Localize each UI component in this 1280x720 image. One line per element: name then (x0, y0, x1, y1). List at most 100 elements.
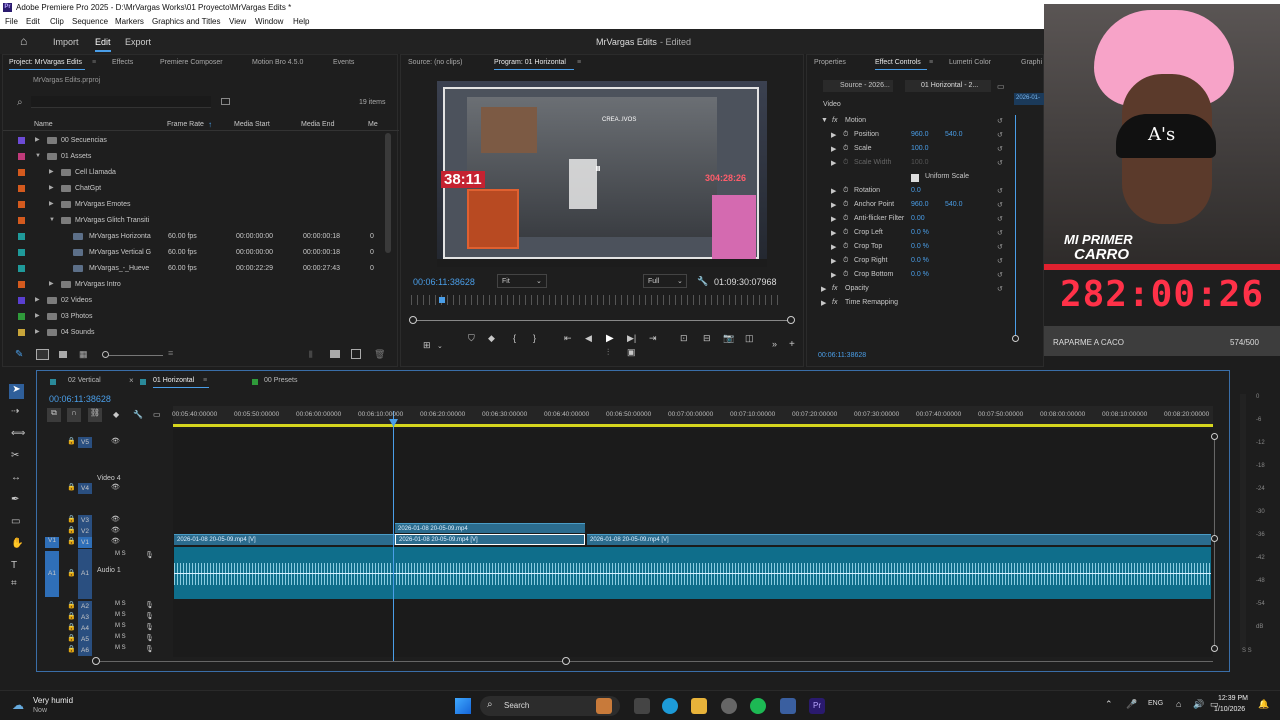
search-highlight-icon[interactable] (596, 698, 612, 714)
stopwatch-icon[interactable]: ⏱ (843, 187, 848, 195)
effect-row[interactable]: ▶ ⏱ Scale Width 100.0 ↺ (807, 159, 1045, 171)
home-icon[interactable]: ⌂ (20, 34, 27, 48)
effect-row[interactable]: ▶ ⏱ Position 960.0 540.0 ↺ (807, 131, 1045, 143)
add-marker-icon[interactable]: ◆ (113, 410, 119, 419)
track-target-label[interactable]: V5 (78, 437, 92, 448)
tab-02-vertical[interactable]: 02 Vertical (68, 377, 101, 384)
effect-row[interactable]: ▶ ⏱ Crop Bottom 0.0 % ↺ (807, 271, 1045, 283)
lock-icon[interactable]: 🔒 (67, 537, 76, 545)
label-color-swatch[interactable] (18, 217, 25, 224)
col-media[interactable]: Me (368, 121, 378, 128)
chevron-right-icon[interactable]: ▶ (831, 159, 836, 167)
zoom-slider-handle[interactable] (102, 351, 109, 358)
reset-icon[interactable]: ↺ (997, 187, 1003, 195)
effect-row[interactable]: ▶ fx Opacity ↺ (807, 285, 1045, 297)
microphone-icon[interactable]: 🎙 (145, 601, 154, 609)
source-clip-selector[interactable]: Source - 2026... (823, 80, 893, 92)
v-scroll-bottom-handle[interactable] (1211, 645, 1218, 652)
lock-icon[interactable]: 🔒 (67, 623, 76, 631)
chevron-right-icon[interactable]: ▶ (49, 197, 54, 212)
effect-controls-timecode[interactable]: 00:06:11:38628 (818, 352, 866, 359)
lock-icon[interactable]: 🔒 (67, 569, 76, 577)
tab-project[interactable]: Project: MrVargas Edits (9, 59, 82, 66)
microphone-icon[interactable]: 🎙 (145, 645, 154, 653)
label-color-swatch[interactable] (18, 185, 25, 192)
list-view-icon[interactable] (36, 349, 49, 360)
timeline-vertical-scroll[interactable] (1214, 437, 1215, 649)
chevron-right-icon[interactable]: ▶ (35, 309, 40, 324)
stopwatch-icon[interactable]: ⏱ (843, 271, 848, 279)
eye-icon[interactable]: 👁 (111, 515, 120, 523)
language-indicator[interactable]: ENG (1148, 700, 1163, 707)
effect-row[interactable]: ▼ fx Motion ↺ (807, 117, 1045, 129)
stopwatch-icon[interactable]: ⏱ (843, 215, 848, 223)
track-target-label[interactable]: A3 (78, 612, 92, 623)
slip-icon[interactable]: ↔ (11, 472, 21, 483)
automate-icon[interactable]: ⫼ (309, 350, 313, 360)
timeline-playhead[interactable] (393, 411, 394, 661)
chevron-right-icon[interactable]: ▶ (35, 325, 40, 337)
chevron-down-icon[interactable]: ⌄ (437, 342, 443, 350)
timeline-horizontal-scroll[interactable] (95, 661, 1213, 662)
chevron-right-icon[interactable]: ▶ (821, 285, 826, 293)
label-color-swatch[interactable] (18, 329, 25, 336)
tab-graphics[interactable]: Graphi (1021, 59, 1042, 66)
mark-out-icon[interactable]: } (533, 333, 536, 343)
fx-badge-icon[interactable]: fx (832, 117, 837, 124)
pen-tool-icon[interactable]: ✒ (11, 494, 19, 505)
premiere-taskbar-icon[interactable]: Pr (809, 698, 825, 714)
audio-track-header[interactable]: 🔒 A4 M S 🎙 (37, 623, 173, 634)
project-row[interactable]: MrVargas Vertical G 60.00 fps 00:00:00:00 0… (3, 245, 383, 260)
snap-icon[interactable]: ∩ (67, 408, 81, 422)
insert-icon[interactable]: ⊡ (680, 333, 688, 344)
effect-value-2[interactable]: 540.0 (945, 131, 963, 138)
go-to-out-icon[interactable]: ⇥ (649, 333, 657, 344)
reset-icon[interactable]: ↺ (997, 271, 1003, 279)
menu-sequence[interactable]: Sequence (72, 17, 108, 26)
fit-dropdown[interactable]: Fit ⌄ (497, 274, 547, 288)
chevron-down-icon[interactable]: ▼ (49, 213, 55, 228)
track-target-label[interactable]: V2 (78, 526, 92, 537)
menu-window[interactable]: Window (255, 17, 283, 26)
more-controls-icon[interactable]: » (772, 339, 777, 349)
lock-icon[interactable]: 🔒 (67, 612, 76, 620)
menu-file[interactable]: File (5, 17, 18, 26)
dock-icon[interactable]: ▭ (997, 82, 1005, 91)
stopwatch-icon[interactable]: ⏱ (843, 145, 848, 153)
clip-mini-timeline[interactable]: 2026-01- (1014, 93, 1044, 105)
icon-view-icon[interactable] (59, 351, 67, 358)
video-track-header[interactable]: 🔒 V4 👁 (37, 483, 173, 494)
zoom-slider[interactable] (103, 355, 163, 356)
track-target-label[interactable]: A6 (78, 645, 92, 656)
steam-icon[interactable] (780, 698, 796, 714)
freeform-view-icon[interactable]: ▦ (79, 349, 88, 360)
monitor-playhead[interactable] (439, 297, 445, 303)
eye-icon[interactable]: 👁 (111, 537, 120, 545)
solo-buttons[interactable]: S S (1242, 648, 1252, 654)
label-color-swatch[interactable] (18, 169, 25, 176)
uniform-scale-checkbox[interactable] (911, 174, 919, 182)
add-marker-icon[interactable]: ◆ (488, 333, 495, 344)
label-color-swatch[interactable] (18, 281, 25, 288)
rectangle-tool-icon[interactable]: ▭ (11, 516, 20, 527)
audio-track-header[interactable]: 🔒 A2 M S 🎙 (37, 601, 173, 612)
wrench-icon[interactable]: 🔧 (697, 276, 708, 287)
sequence-clip-selector[interactable]: 01 Horizontal - 2... (905, 80, 991, 92)
timeline-settings-icon[interactable]: 🔧 (133, 410, 143, 419)
stopwatch-icon[interactable]: ⏱ (843, 257, 848, 265)
lift-icon[interactable]: ⛉ (468, 333, 475, 344)
audio-track-header[interactable]: 🔒 A6 M S 🎙 (37, 645, 173, 656)
effect-value-1[interactable]: 0.0 % (911, 229, 929, 236)
video-track-header[interactable]: 🔒 V3 👁 (37, 515, 173, 526)
safe-margins-icon[interactable]: ▣ (627, 347, 636, 358)
effect-value-1[interactable]: 100.0 (911, 159, 929, 166)
mute-solo-buttons[interactable]: M S (115, 551, 126, 557)
chevron-right-icon[interactable]: ▶ (831, 131, 836, 139)
label-color-swatch[interactable] (18, 233, 25, 240)
col-media-start[interactable]: Media Start (234, 121, 270, 128)
lock-icon[interactable]: 🔒 (67, 483, 76, 491)
new-item-icon[interactable] (351, 349, 361, 359)
effect-row[interactable]: ▶ ⏱ Anchor Point 960.0 540.0 ↺ (807, 201, 1045, 213)
edit-tab[interactable]: Edit (95, 37, 111, 52)
obs-icon[interactable] (721, 698, 737, 714)
